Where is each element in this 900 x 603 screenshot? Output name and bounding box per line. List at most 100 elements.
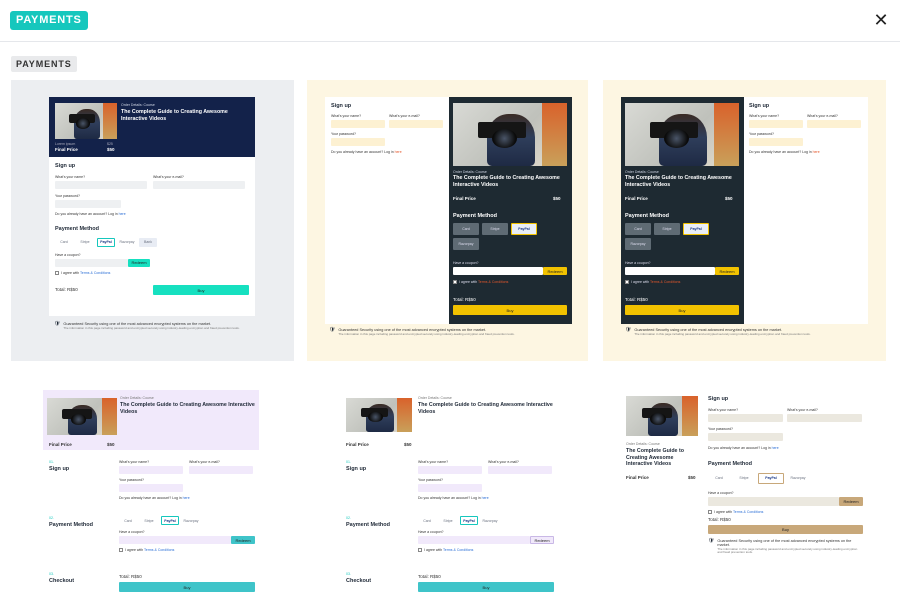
buy-button[interactable]: Buy: [708, 524, 863, 534]
card-method-icon[interactable]: Card: [55, 237, 73, 247]
razorpay-method-icon[interactable]: Razorpay: [625, 238, 651, 250]
stripe-method-icon[interactable]: Stripe: [733, 472, 755, 484]
razorpay-method-icon[interactable]: Razorpay: [118, 237, 136, 247]
card-method-icon[interactable]: Card: [453, 223, 479, 235]
login-link[interactable]: here: [183, 496, 190, 500]
stripe-method-icon[interactable]: Stripe: [654, 223, 680, 235]
name-field[interactable]: [749, 119, 803, 128]
payment-methods: Card Stripe PayPal Razorpay: [708, 472, 863, 484]
password-field[interactable]: [119, 484, 183, 493]
agree-text: I agree with: [424, 548, 443, 553]
email-field[interactable]: [787, 413, 862, 422]
agree-text: I agree with: [631, 280, 650, 284]
price-caption: Final Price: [626, 475, 649, 480]
card-method-icon[interactable]: Card: [625, 223, 651, 235]
agree-checkbox[interactable]: [453, 280, 457, 285]
template-card-2[interactable]: Sign up What's your name? What's your e-…: [307, 80, 588, 361]
card-method-icon[interactable]: Card: [708, 472, 730, 484]
stripe-method-icon[interactable]: Stripe: [439, 516, 457, 525]
razorpay-method-icon[interactable]: Razorpay: [453, 238, 479, 250]
name-field[interactable]: [708, 413, 783, 422]
paypal-method-icon[interactable]: PayPal: [161, 516, 179, 525]
account-text: Do you already have an account? Log in: [418, 496, 481, 501]
buy-button[interactable]: Buy: [625, 305, 739, 315]
buy-button[interactable]: Buy: [153, 285, 249, 296]
redeem-button[interactable]: Redeem: [530, 536, 554, 545]
template-card-1[interactable]: Order Details: Course The Complete Guide…: [11, 80, 294, 361]
card-method-icon[interactable]: Card: [119, 516, 137, 525]
email-field[interactable]: [389, 119, 443, 128]
redeem-button[interactable]: Redeem: [839, 496, 863, 506]
redeem-button[interactable]: Redeem: [715, 267, 739, 275]
agree-checkbox[interactable]: [119, 548, 123, 553]
password-field[interactable]: [418, 484, 482, 493]
step2-number: 02.: [346, 516, 351, 520]
razorpay-method-icon[interactable]: Razorpay: [182, 516, 200, 525]
terms-link[interactable]: Terms & Conditions: [144, 548, 174, 552]
price: $50: [107, 147, 115, 152]
coupon-field[interactable]: [453, 267, 543, 275]
terms-link[interactable]: Terms & Conditions: [650, 280, 680, 284]
login-link[interactable]: here: [395, 150, 402, 154]
name-field[interactable]: [55, 180, 147, 189]
step2-label: Payment Method: [346, 522, 391, 528]
coupon-field[interactable]: [119, 536, 231, 545]
name-field[interactable]: [119, 466, 183, 475]
coupon-field[interactable]: [418, 536, 530, 545]
coupon-field[interactable]: [708, 496, 839, 506]
agree-checkbox[interactable]: [418, 548, 422, 553]
coupon-field[interactable]: [55, 258, 128, 267]
buy-button[interactable]: Buy: [453, 305, 567, 315]
password-label: Your password?: [331, 131, 356, 136]
terms-link[interactable]: Terms & Conditions: [443, 548, 473, 552]
coupon-field[interactable]: [625, 267, 715, 275]
redeem-button[interactable]: Redeem: [128, 258, 150, 267]
password-field[interactable]: [749, 137, 803, 146]
price-caption: Final Price: [49, 442, 72, 447]
stripe-method-icon[interactable]: Stripe: [482, 223, 508, 235]
bank-method-icon[interactable]: Bank: [139, 237, 157, 247]
login-link[interactable]: here: [482, 496, 489, 500]
password-field[interactable]: [55, 199, 121, 208]
paypal-method-icon[interactable]: PayPal: [683, 223, 709, 235]
paypal-method-icon[interactable]: PayPal: [511, 223, 537, 235]
buy-button[interactable]: Buy: [119, 582, 255, 592]
name-field[interactable]: [418, 466, 482, 475]
terms-link[interactable]: Terms & Conditions: [733, 510, 763, 514]
agree-checkbox[interactable]: [625, 280, 629, 285]
email-field[interactable]: [807, 119, 861, 128]
template-card-5[interactable]: Order Details: Course The Complete Guide…: [342, 390, 558, 603]
template-card-4[interactable]: Order Details: Course The Complete Guide…: [43, 390, 259, 603]
paypal-method-icon[interactable]: PayPal: [460, 516, 478, 525]
course-title: The Complete Guide to Creating Awesome I…: [453, 175, 560, 188]
name-field[interactable]: [331, 119, 385, 128]
password-field[interactable]: [331, 137, 385, 146]
order-panel: Order Details: Course The Complete Guide…: [449, 97, 572, 324]
login-link[interactable]: here: [772, 446, 779, 450]
login-link[interactable]: here: [813, 150, 820, 154]
close-icon[interactable]: ✕: [870, 9, 892, 31]
email-field[interactable]: [189, 466, 253, 475]
stripe-method-icon[interactable]: Stripe: [140, 516, 158, 525]
email-field[interactable]: [488, 466, 552, 475]
stripe-method-icon[interactable]: Stripe: [76, 237, 94, 247]
email-field[interactable]: [153, 180, 245, 189]
redeem-button[interactable]: Redeem: [543, 267, 567, 275]
razorpay-method-icon[interactable]: Razorpay: [481, 516, 499, 525]
email-label: What's your e-mail?: [787, 407, 818, 412]
password-field[interactable]: [708, 432, 783, 441]
agree-checkbox[interactable]: [55, 271, 59, 276]
paypal-method-icon[interactable]: PayPal: [97, 237, 115, 247]
login-link[interactable]: here: [119, 212, 126, 216]
terms-link[interactable]: Terms & Conditions: [80, 271, 110, 275]
card-method-icon[interactable]: Card: [418, 516, 436, 525]
template-card-6[interactable]: Order Details: Course The Complete Guide…: [622, 390, 867, 603]
redeem-button[interactable]: Redeem: [231, 536, 255, 545]
agree-checkbox[interactable]: [708, 510, 712, 515]
buy-button[interactable]: Buy: [418, 582, 554, 592]
template-card-3[interactable]: Order Details: Course The Complete Guide…: [603, 80, 886, 361]
course-header: Order Details: Course The Complete Guide…: [43, 390, 259, 450]
terms-link[interactable]: Terms & Conditions: [478, 280, 508, 284]
razorpay-method-icon[interactable]: Razorpay: [787, 472, 809, 484]
paypal-method-icon[interactable]: PayPal: [758, 472, 784, 484]
